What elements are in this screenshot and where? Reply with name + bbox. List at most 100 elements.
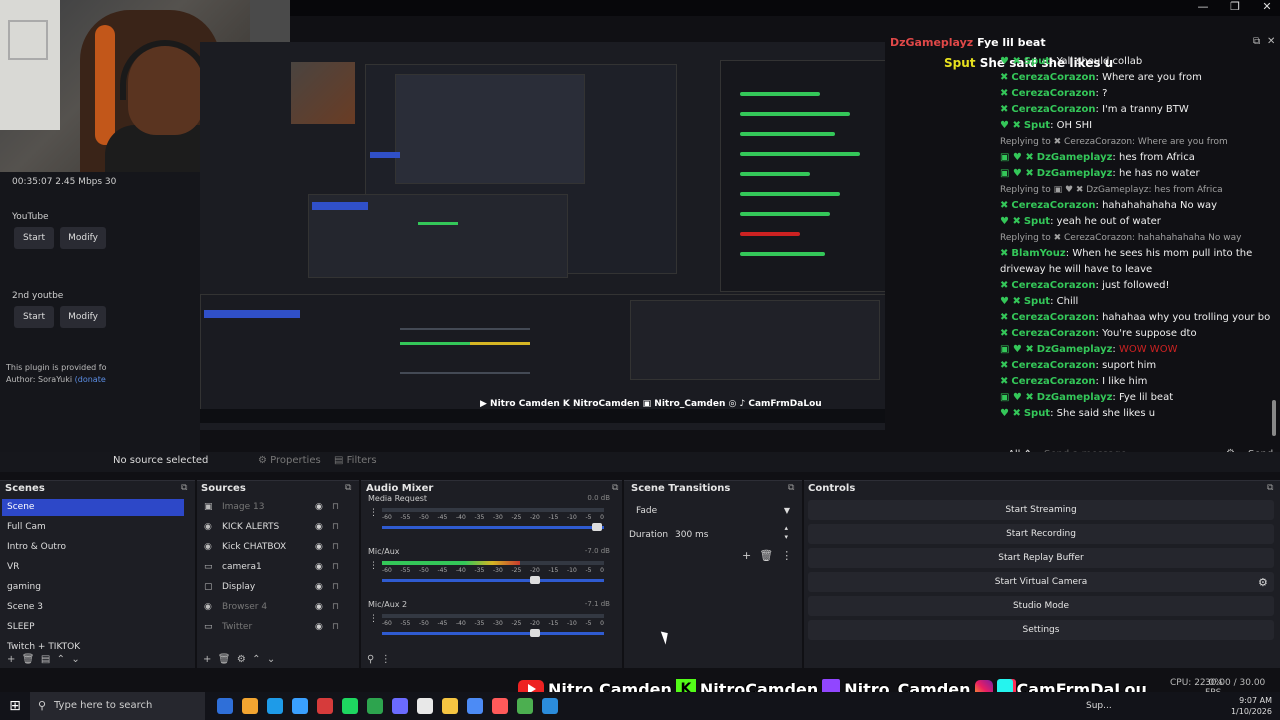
taskbar-search[interactable]: ⚲ Type here to search (30, 692, 205, 720)
trash-icon[interactable]: 🗑 (22, 654, 35, 665)
add-icon[interactable]: + (742, 549, 751, 562)
app-icon[interactable] (242, 698, 258, 714)
volume-slider[interactable] (382, 629, 604, 637)
chat-username[interactable]: DzGameplayz (1037, 152, 1113, 163)
chat-username[interactable]: CerezaCorazon (1011, 88, 1095, 99)
control-button[interactable]: Settings (808, 620, 1274, 640)
more-icon[interactable]: ⋮ (781, 549, 792, 562)
control-button[interactable]: Start Streaming (808, 500, 1274, 520)
eye-icon[interactable]: ◉ (315, 599, 323, 616)
dock-popout-icon[interactable]: ⧉ (612, 483, 618, 493)
chat-username[interactable]: CerezaCorazon (1011, 72, 1095, 83)
app-icon[interactable] (217, 698, 233, 714)
chat-username[interactable]: CerezaCorazon (1011, 376, 1095, 387)
more-icon[interactable]: ⋮ (369, 508, 378, 518)
chat-username[interactable]: DzGameplayz (1037, 168, 1113, 179)
app-icon[interactable] (542, 698, 558, 714)
volume-slider[interactable] (382, 576, 604, 584)
volume-knob[interactable] (530, 629, 541, 637)
volume-slider[interactable] (382, 523, 604, 531)
app-icon[interactable] (392, 698, 408, 714)
trash-icon[interactable]: 🗑 (759, 549, 773, 562)
modify-button[interactable]: Modify (60, 227, 106, 249)
chat-username[interactable]: DzGameplayz (1037, 344, 1113, 355)
eye-icon[interactable]: ◉ (315, 579, 323, 596)
scene-item[interactable]: Intro & Outro (2, 539, 184, 556)
chevron-down-icon[interactable]: ⌄ (71, 654, 79, 665)
restore-button[interactable]: ❐ (1228, 0, 1242, 13)
chat-username[interactable]: CerezaCorazon (1011, 104, 1095, 115)
app-icon[interactable] (492, 698, 508, 714)
volume-knob[interactable] (592, 523, 603, 531)
scene-item[interactable]: VR (2, 559, 184, 576)
preview-canvas[interactable]: ▶ Nitro Camden K NitroCamden ▣ Nitro_Cam… (200, 42, 890, 430)
control-button[interactable]: Start Virtual Camera (808, 572, 1274, 592)
filters-button[interactable]: ▤ Filters (334, 455, 377, 466)
scene-item[interactable]: Full Cam (2, 519, 184, 536)
lock-icon[interactable]: ⊓ (332, 619, 339, 636)
chat-username[interactable]: CerezaCorazon (1011, 280, 1095, 291)
lock-icon[interactable]: ⊓ (332, 519, 339, 536)
control-button[interactable]: Start Replay Buffer (808, 548, 1274, 568)
dock-popout-icon[interactable]: ⧉ (345, 483, 351, 493)
chat-username[interactable]: Sput (1024, 296, 1050, 307)
dock-popout-icon[interactable]: ⧉ (788, 483, 794, 493)
minimize-button[interactable]: — (1196, 0, 1210, 13)
eye-icon[interactable]: ◉ (315, 499, 323, 516)
control-button[interactable]: Studio Mode (808, 596, 1274, 616)
add-icon[interactable]: + (203, 654, 211, 665)
filter-icon[interactable]: ▤ (41, 654, 50, 665)
chat-username[interactable]: BlamYouz (1011, 248, 1065, 259)
source-item[interactable]: ▣ Image 13 ◉ ⊓ (200, 499, 345, 516)
start-button[interactable]: Start (14, 306, 54, 328)
chat-username[interactable]: CerezaCorazon (1011, 328, 1095, 339)
control-button[interactable]: Start Recording (808, 524, 1274, 544)
eye-icon[interactable]: ◉ (315, 619, 323, 636)
app-icon[interactable] (442, 698, 458, 714)
weather-widget[interactable]: Sup... (1086, 701, 1112, 711)
lock-icon[interactable]: ⊓ (332, 539, 339, 556)
scene-item[interactable]: Scene 3 (2, 599, 184, 616)
lock-icon[interactable]: ⊓ (332, 579, 339, 596)
app-icon[interactable] (342, 698, 358, 714)
chevron-up-icon[interactable]: ⌃ (57, 654, 65, 665)
trash-icon[interactable]: 🗑 (218, 654, 231, 665)
app-icon[interactable] (292, 698, 308, 714)
transition-select[interactable]: Fade ▼ (630, 502, 795, 520)
source-item[interactable]: ▭ camera1 ◉ ⊓ (200, 559, 345, 576)
chat-popout-icon[interactable]: ⧉ (1253, 36, 1260, 47)
app-icon[interactable] (317, 698, 333, 714)
chat-username[interactable]: CerezaCorazon (1011, 312, 1095, 323)
chat-username[interactable]: Sput (1024, 408, 1050, 419)
source-item[interactable]: ◉ KICK ALERTS ◉ ⊓ (200, 519, 345, 536)
gear-icon[interactable]: ⚙ (1258, 576, 1268, 589)
source-item[interactable]: ▭ Twitter ◉ ⊓ (200, 619, 345, 636)
app-icon[interactable] (367, 698, 383, 714)
start-button[interactable]: Start (14, 227, 54, 249)
volume-knob[interactable] (530, 576, 541, 584)
scene-item[interactable]: Scene (2, 499, 184, 516)
app-icon[interactable] (417, 698, 433, 714)
dock-popout-icon[interactable]: ⧉ (181, 483, 187, 493)
chevron-down-icon[interactable]: ⌄ (267, 654, 275, 665)
windows-start-icon[interactable]: ⊞ (0, 692, 30, 720)
lock-icon[interactable]: ⊓ (332, 499, 339, 516)
eye-icon[interactable]: ◉ (315, 559, 323, 576)
add-icon[interactable]: + (7, 654, 15, 665)
chat-username[interactable]: Sput (1024, 56, 1050, 67)
source-item[interactable]: ◉ Browser 4 ◉ ⊓ (200, 599, 345, 616)
scene-item[interactable]: gaming (2, 579, 184, 596)
lock-icon[interactable]: ⊓ (332, 599, 339, 616)
eye-icon[interactable]: ◉ (315, 539, 323, 556)
duration-input[interactable]: 300 ms ▴ ▾ (672, 524, 792, 544)
chat-close-icon[interactable]: ✕ (1267, 36, 1275, 47)
chat-scrollbar[interactable] (1272, 400, 1276, 436)
app-icon[interactable] (467, 698, 483, 714)
chat-username[interactable]: DzGameplayz (1037, 392, 1113, 403)
eye-icon[interactable]: ◉ (315, 519, 323, 536)
app-icon[interactable] (517, 698, 533, 714)
lock-icon[interactable]: ⊓ (332, 559, 339, 576)
more-icon[interactable]: ⋮ (369, 561, 378, 571)
link-icon[interactable]: ⚲ (367, 654, 374, 665)
chat-username[interactable]: Sput (1024, 120, 1050, 131)
